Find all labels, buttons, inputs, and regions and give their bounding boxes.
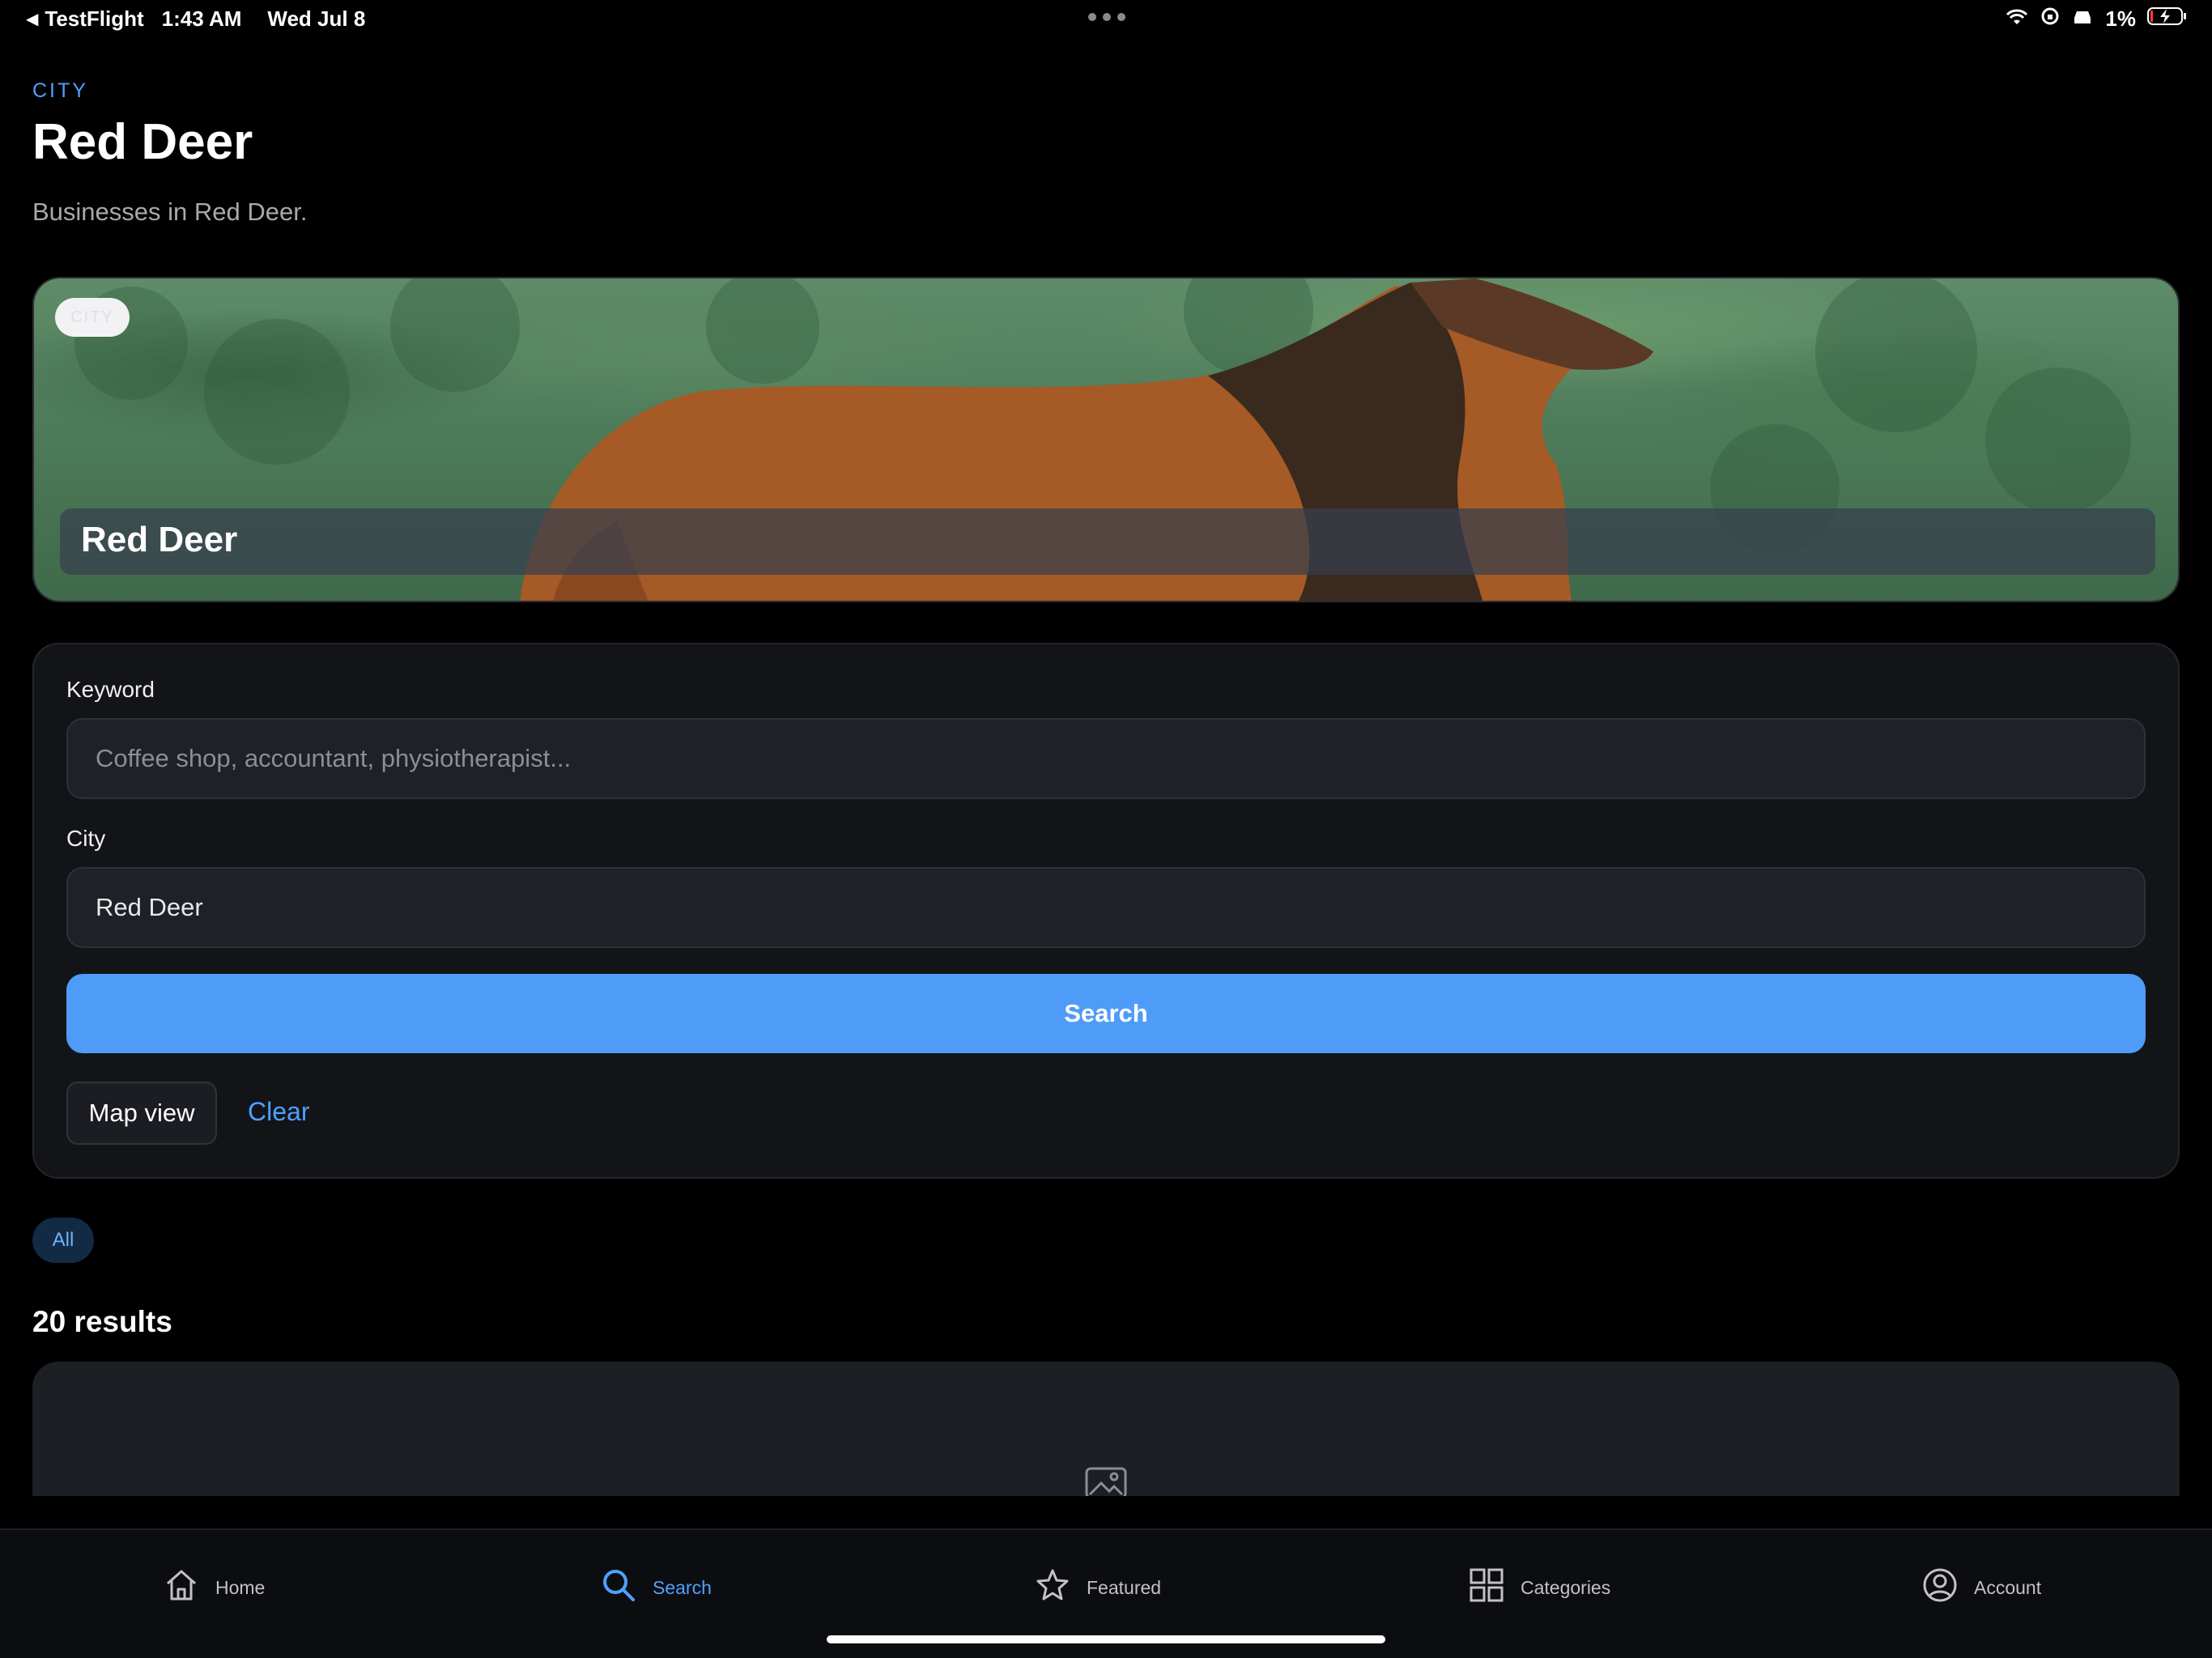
- status-date: Wed Jul 8: [267, 6, 366, 31]
- status-time: 1:43 AM: [161, 6, 242, 31]
- results-count: 20 results: [32, 1305, 172, 1338]
- clear-link[interactable]: Clear: [248, 1097, 309, 1127]
- status-bar: ◀ TestFlight 1:43 AM Wed Jul 8 1%: [0, 0, 2212, 39]
- tab-categories[interactable]: Categories: [1469, 1567, 1610, 1608]
- hero-title-overlay: [60, 508, 2155, 575]
- user-circle-icon: [1922, 1567, 1958, 1608]
- tab-search[interactable]: Search: [601, 1567, 712, 1608]
- tab-account[interactable]: Account: [1922, 1567, 2041, 1608]
- city-input[interactable]: Red Deer: [66, 867, 2146, 948]
- home-indicator[interactable]: [827, 1635, 1385, 1643]
- home-icon: [164, 1567, 199, 1608]
- battery-percent: 1%: [2105, 6, 2136, 31]
- battery-charging-icon: [2147, 6, 2188, 32]
- back-to-app-link[interactable]: ◀ TestFlight: [26, 6, 144, 32]
- result-card[interactable]: [32, 1362, 2180, 1496]
- page-title: Red Deer: [32, 114, 253, 170]
- keyword-input[interactable]: Coffee shop, accountant, physiotherapist…: [66, 718, 2146, 799]
- back-triangle-icon: ◀: [26, 11, 39, 28]
- car-icon: [2071, 6, 2094, 32]
- multitasking-dots-icon[interactable]: [1088, 13, 1125, 21]
- map-view-button[interactable]: Map view: [66, 1082, 217, 1145]
- grid-icon: [1469, 1567, 1504, 1608]
- search-icon: [601, 1567, 636, 1608]
- search-button[interactable]: Search: [66, 974, 2146, 1053]
- keyword-label: Keyword: [66, 677, 155, 702]
- hero-title: Red Deer: [81, 520, 238, 559]
- tab-home[interactable]: Home: [164, 1567, 265, 1608]
- filter-chip-all[interactable]: All: [32, 1218, 94, 1263]
- city-label: City: [66, 826, 106, 851]
- rotation-lock-icon: [2040, 6, 2060, 32]
- tab-featured[interactable]: Featured: [1035, 1567, 1161, 1608]
- hero-badge: CITY: [55, 298, 130, 337]
- wifi-icon: [2005, 6, 2029, 32]
- star-icon: [1035, 1567, 1070, 1608]
- page-kicker: CITY: [32, 79, 88, 102]
- page-subtitle: Businesses in Red Deer.: [32, 198, 308, 226]
- image-placeholder-icon: [1085, 1467, 1127, 1496]
- city-hero-banner: CITY Red Deer: [32, 277, 2180, 602]
